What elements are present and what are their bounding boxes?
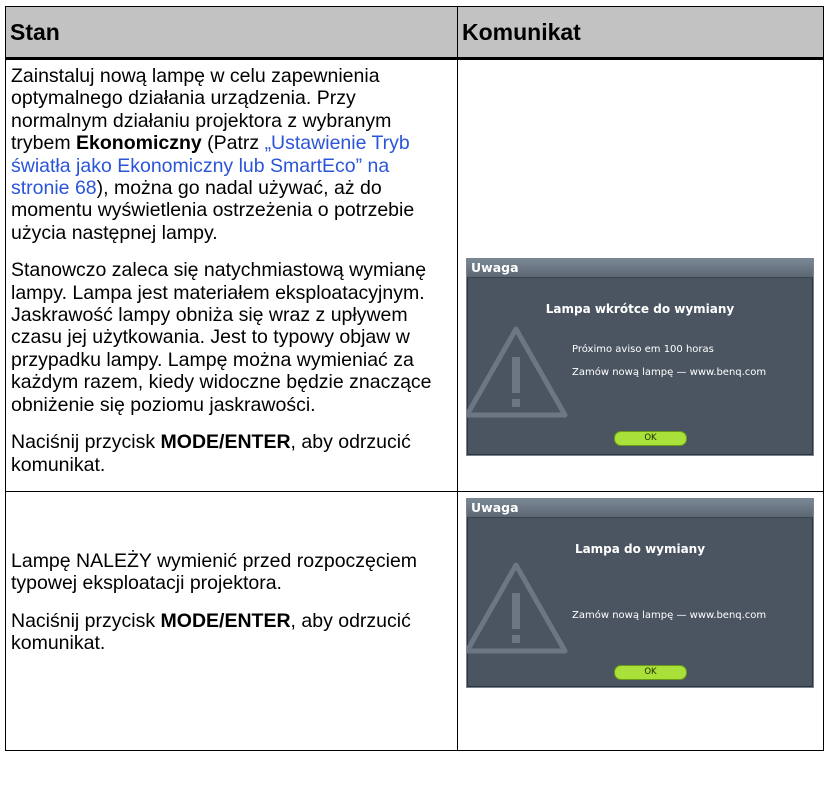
message-cell-1: Uwaga Lampa wkrótce do wymiany Próximo a… xyxy=(457,58,824,492)
table-header-row: Stan Komunikat xyxy=(5,6,824,60)
ok-button[interactable]: OK xyxy=(614,664,687,680)
status-paragraph-1: Zainstaluj nową lampę w celu zapewnienia… xyxy=(11,65,415,244)
warning-triangle-icon xyxy=(467,326,568,418)
mode-name-ekonomiczny: Ekonomiczny xyxy=(76,132,202,155)
osd-title-bar: Uwaga xyxy=(467,498,813,518)
table-row: Zainstaluj nową lampę w celu zapewnienia… xyxy=(5,58,824,492)
button-name-mode-enter: MODE/ENTER xyxy=(160,609,291,632)
osd-message-title: Lampa do wymiany xyxy=(574,541,706,556)
status-message-table: Stan Komunikat Zainstaluj nową lampę w c… xyxy=(5,6,824,751)
osd-message-line-2: Zamów nową lampę — www.benq.com xyxy=(572,367,767,378)
table-row: Lampę NALEŻY wymienić przed rozpoczęciem… xyxy=(5,490,824,751)
status-paragraph-5: Naciśnij przycisk MODE/ENTER, aby odrzuc… xyxy=(11,609,411,655)
document-page: Stan Komunikat Zainstaluj nową lampę w c… xyxy=(0,0,829,792)
header-stan: Stan xyxy=(5,6,458,60)
status-cell-2: Lampę NALEŻY wymienić przed rozpoczęciem… xyxy=(5,490,458,751)
osd-warning-dialog-2: Uwaga Lampa do wymiany Zamów nową lampę … xyxy=(466,497,814,688)
osd-message-line-1: Próximo aviso em 100 horas xyxy=(572,344,714,355)
osd-warning-dialog-1: Uwaga Lampa wkrótce do wymiany Próximo a… xyxy=(466,258,814,456)
header-komunikat: Komunikat xyxy=(457,6,824,60)
button-name-mode-enter: MODE/ENTER xyxy=(160,431,291,454)
status-paragraph-2: Stanowczo zaleca się natychmiastową wymi… xyxy=(11,259,432,416)
status-paragraph-3: Naciśnij przycisk MODE/ENTER, aby odrzuc… xyxy=(11,431,411,476)
osd-title-bar: Uwaga xyxy=(467,259,813,278)
status-cell-1: Zainstaluj nową lampę w celu zapewnienia… xyxy=(5,58,458,492)
warning-triangle-icon xyxy=(467,562,568,654)
ok-button[interactable]: OK xyxy=(614,431,687,446)
message-cell-2: Uwaga Lampa do wymiany Zamów nową lampę … xyxy=(457,490,824,751)
osd-message-title: Lampa wkrótce do wymiany xyxy=(545,302,735,316)
status-paragraph-4: Lampę NALEŻY wymienić przed rozpoczęciem… xyxy=(11,549,418,595)
osd-message-line-1: Zamów nową lampę — www.benq.com xyxy=(572,609,767,621)
